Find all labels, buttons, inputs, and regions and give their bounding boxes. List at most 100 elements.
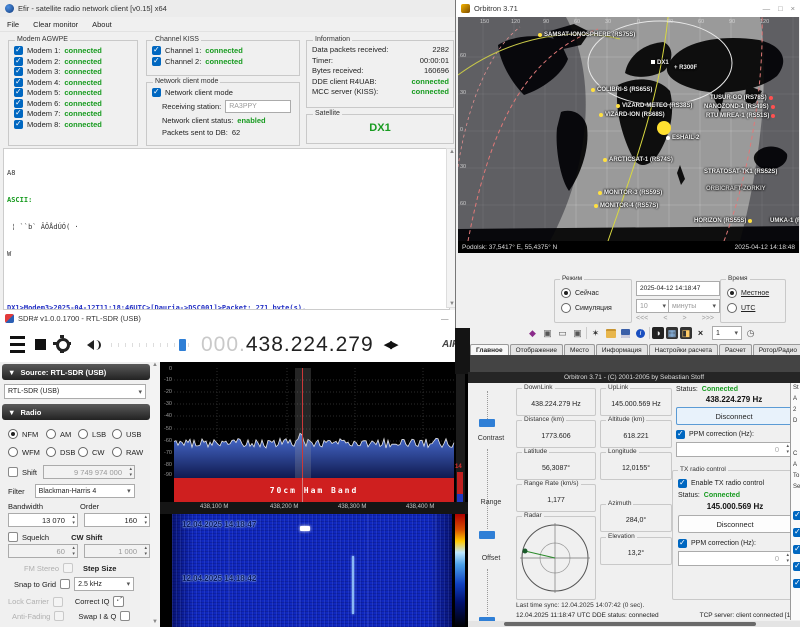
tab-location[interactable]: Место [564, 344, 595, 355]
nav-fast-forward[interactable]: >>> [702, 315, 714, 322]
nav-forward[interactable]: > [683, 315, 687, 322]
swap-iq-checkbox[interactable] [120, 611, 130, 621]
mode-nfm[interactable]: NFM [8, 429, 44, 439]
clipped-checkbox[interactable] [793, 562, 800, 571]
squelch-input[interactable]: 60 [8, 544, 78, 558]
sdr-panel-scrollbar[interactable]: ▲ ▼ [150, 362, 160, 627]
filter-select[interactable]: Blackman-Harris 4 [35, 484, 135, 498]
modem-3-checkbox[interactable] [14, 67, 23, 76]
waterfall[interactable]: 12.04.2025 14:18:47 12.04.2025 14:18:42 [172, 514, 452, 627]
clipped-checkbox[interactable] [793, 528, 800, 537]
bandwidth-input[interactable]: 13 070 [8, 513, 78, 527]
tx-ppm-input[interactable]: 0 [678, 551, 792, 566]
satellite-dot [666, 136, 670, 140]
cwshift-input[interactable]: 1 000 [84, 544, 150, 558]
rx-ppm-checkbox[interactable] [676, 430, 685, 439]
tuning-bandwidth-region[interactable] [295, 368, 311, 478]
spectrum-plot[interactable]: 0 -10 -20 -30 -40 -50 -60 -70 -80 -90 [160, 368, 468, 478]
mode-lsb[interactable]: LSB [78, 429, 110, 439]
clipped-checkbox[interactable] [793, 545, 800, 554]
tab-prediction[interactable]: Расчет [719, 344, 752, 355]
mode-sim-radio[interactable]: Симуляция [555, 298, 631, 313]
tab-rotor-radio[interactable]: Ротор/Радио [753, 344, 800, 355]
tx-disconnect-button[interactable]: Disconnect [678, 515, 792, 533]
tab-information[interactable]: Информация [596, 344, 648, 355]
receiving-station-input[interactable]: RA3PPY [225, 100, 291, 113]
clipped-checkbox[interactable] [793, 511, 800, 520]
tx-enable-checkbox[interactable] [678, 479, 687, 488]
source-select[interactable]: RTL-SDR (USB) [4, 384, 146, 399]
step-value-select[interactable]: 10 [636, 299, 670, 313]
last-sync-text: Last time sync: 12.04.2025 14:07:42 (0 s… [516, 602, 644, 609]
contrast-slider[interactable] [479, 419, 495, 427]
mode-now-radio[interactable]: Сейчас [555, 280, 631, 298]
modem-status: connected [64, 88, 102, 97]
snap-to-grid-checkbox[interactable] [60, 579, 70, 589]
range-slider[interactable] [479, 531, 495, 539]
volume-slider[interactable] [111, 339, 191, 351]
mode-wfm[interactable]: WFM [8, 447, 44, 457]
network-client-checkbox[interactable] [152, 88, 161, 97]
maximize-icon[interactable]: □ [778, 4, 783, 13]
menu-clear-monitor[interactable]: Clear monitor [26, 20, 85, 29]
window-edge [455, 328, 470, 374]
modem-2-checkbox[interactable] [14, 57, 23, 66]
datetime-input[interactable]: 2025-04-12 14:18:47 [636, 281, 720, 296]
squelch-checkbox[interactable] [8, 532, 18, 542]
tab-display[interactable]: Отображение [510, 344, 563, 355]
radio-panel-titlebar[interactable]: Orbitron 3.71 - (C) 2001-2005 by Sebasti… [468, 372, 800, 383]
modem-5-checkbox[interactable] [14, 88, 23, 97]
order-input[interactable]: 160 [84, 513, 150, 527]
tx-ppm-checkbox[interactable] [678, 539, 687, 548]
radio-header[interactable]: ▼Radio [2, 404, 150, 420]
frequency-display[interactable]: 000.438.224.279 [201, 333, 374, 357]
mode-raw[interactable]: RAW [112, 447, 146, 457]
time-local-radio[interactable]: Местное [721, 280, 785, 298]
gear-icon[interactable] [56, 338, 70, 352]
close-icon[interactable]: × [791, 4, 795, 13]
mode-cw[interactable]: CW [78, 447, 110, 457]
time-utc-radio[interactable]: UTC [721, 298, 785, 313]
rx-disconnect-button[interactable]: Disconnect [676, 407, 792, 425]
source-header[interactable]: ▼Source: RTL-SDR (USB) [2, 364, 150, 380]
channel-2-checkbox[interactable] [152, 57, 161, 66]
channel-1-checkbox[interactable] [152, 46, 161, 55]
tuning-line[interactable] [302, 368, 303, 478]
mode-dsb[interactable]: DSB [46, 447, 76, 457]
rx-ppm-input[interactable]: 0 [676, 442, 792, 457]
hamburger-menu-icon[interactable] [10, 336, 25, 353]
menu-about[interactable]: About [85, 20, 119, 29]
nav-fast-back[interactable]: <<< [636, 315, 648, 322]
shift-input[interactable]: 9 749 974 000 [43, 465, 135, 479]
menu-file[interactable]: File [0, 20, 26, 29]
channel-row: Channel 2:connected [152, 57, 299, 66]
nav-back[interactable]: < [663, 315, 667, 322]
sdr-titlebar[interactable]: SDR# v1.0.0.1700 - RTL-SDR (USB) —□ [0, 310, 470, 327]
clipped-checkbox[interactable] [793, 579, 800, 588]
step-size-select[interactable]: 2.5 kHz [74, 577, 134, 591]
minimize-icon[interactable]: — [441, 314, 449, 323]
step-unit-select[interactable]: минуты [668, 299, 720, 313]
efir-titlebar[interactable]: Efir - satellite radio network client [v… [0, 0, 457, 17]
speaker-icon[interactable] [80, 340, 101, 350]
tab-prediction-settings[interactable]: Настройки расчета [649, 344, 718, 355]
efir-terminal[interactable]: A8 ASCII: ¦ ``b` ÂÔÅdÚÓ( · W DX1>Modem3>… [3, 148, 450, 310]
mode-usb[interactable]: USB [112, 429, 146, 439]
modem-6-checkbox[interactable] [14, 99, 23, 108]
mode-am[interactable]: AM [46, 429, 76, 439]
minimize-icon[interactable]: — [763, 4, 771, 13]
modem-1-checkbox[interactable] [14, 46, 23, 55]
range-label: Range [468, 499, 514, 506]
correct-iq-checkbox[interactable]: ✓ [113, 596, 124, 607]
satellite-map-label: MONITOR-4 (RS57S) [600, 203, 658, 209]
modem-8-checkbox[interactable] [14, 120, 23, 129]
stop-button[interactable] [35, 339, 46, 350]
orbitron-titlebar[interactable]: Orbitron 3.71 —□× [456, 0, 800, 17]
tab-main[interactable]: Главное [470, 344, 509, 355]
shift-checkbox[interactable] [8, 467, 18, 477]
horizontal-scrollbar[interactable] [468, 621, 800, 627]
frequency-step-arrows[interactable]: ◀▶ [384, 338, 397, 351]
modem-4-checkbox[interactable] [14, 78, 23, 87]
modem-7-checkbox[interactable] [14, 109, 23, 118]
information-label: Information [313, 36, 352, 43]
